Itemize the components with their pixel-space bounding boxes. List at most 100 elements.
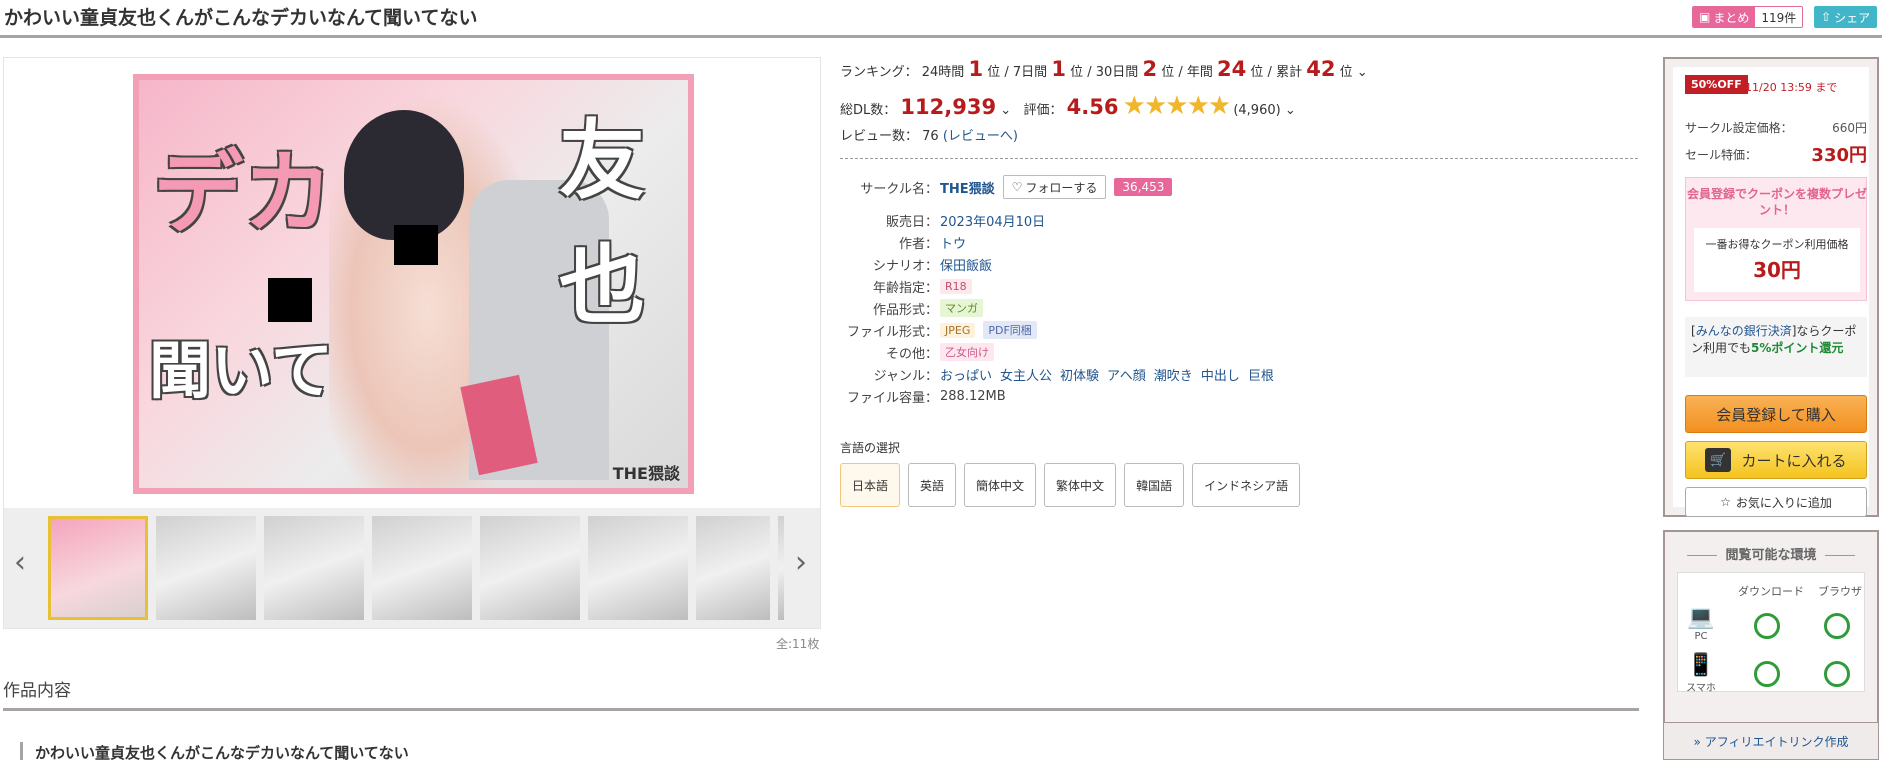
spec-circle-row: サークル名： THE猥談 ♡ フォローする 36,453: [840, 175, 1640, 199]
bank-link[interactable]: みんなの銀行決済: [1696, 324, 1792, 338]
spec-label: 作者：: [898, 236, 938, 252]
main-cover-image[interactable]: デカ 友也 聞いて THE猥談: [133, 74, 694, 494]
thumbnail[interactable]: [48, 516, 148, 620]
release-date-link[interactable]: 2023年04月10日: [940, 211, 1045, 230]
add-favorite-button[interactable]: ☆ お気に入りに追加: [1685, 487, 1867, 517]
thumbnail-count: 全:11枚: [776, 637, 820, 651]
bank-promo: [みんなの銀行決済]ならクーポン利用でも5%ポイント還元: [1685, 317, 1867, 377]
phone-download-ok-icon: [1754, 661, 1780, 687]
share-icon: ⇧: [1821, 10, 1832, 24]
pc-download-ok-icon: [1754, 613, 1780, 639]
language-option-zh-hant[interactable]: 繁体中文: [1044, 463, 1117, 507]
spec-age-row: 年齢指定： R18: [840, 276, 1640, 296]
coupon-label: 一番お得なクーポン利用価格: [1705, 238, 1849, 251]
language-option-ja[interactable]: 日本語: [840, 463, 901, 507]
author-link[interactable]: トウ: [940, 233, 966, 252]
image-gallery: デカ 友也 聞いて THE猥談 ‹ ›: [3, 57, 821, 629]
col-browser: ブラウザ: [1818, 585, 1862, 598]
star-rating-icon: ★★★★★: [1122, 91, 1232, 121]
file-tag[interactable]: JPEG: [940, 322, 976, 338]
language-option-en[interactable]: 英語: [908, 463, 957, 507]
language-selector: 日本語 英語 簡体中文 繁体中文 韓国語 インドネシア語: [840, 463, 1301, 507]
original-price-label: サークル設定価格：: [1685, 121, 1793, 135]
thumbnail[interactable]: [156, 516, 256, 620]
chevron-down-icon[interactable]: ⌄: [1357, 65, 1368, 80]
chevron-right-icon[interactable]: ›: [795, 548, 807, 578]
matome-label-wrap: ▣ まとめ: [1693, 7, 1756, 27]
register-purchase-button[interactable]: 会員登録して購入: [1685, 395, 1867, 433]
genre-link[interactable]: 巨根: [1248, 365, 1274, 384]
scenario-link[interactable]: 保田飯飯: [940, 255, 992, 274]
dl-label: 総DL数：: [840, 103, 897, 118]
thumbnail[interactable]: [778, 516, 784, 620]
genre-link[interactable]: 中出し: [1201, 365, 1240, 384]
matome-button[interactable]: ▣ まとめ 119件: [1692, 6, 1804, 28]
spec-other-row: その他： 乙女向け: [840, 342, 1640, 362]
section-title: 作品内容: [3, 681, 71, 701]
spec-format-row: 作品形式： マンガ: [840, 298, 1640, 318]
genre-link[interactable]: 初体験: [1060, 365, 1099, 384]
chevron-down-icon[interactable]: ⌄: [1285, 103, 1296, 118]
stats-row: 総DL数： 112,939 ⌄ 評価： 4.56 ★★★★★ (4,960) ⌄: [840, 91, 1296, 121]
spec-genre-row: ジャンル： おっぱい 女主人公 初体験 アヘ顔 潮吹き 中出し 巨根: [840, 364, 1640, 384]
ranking-unit: 位: [1250, 65, 1264, 80]
coupon-box[interactable]: 会員登録でクーポンを複数プレゼント！ 一番お得なクーポン利用価格 30円: [1685, 177, 1867, 301]
ranking-total-value: 42: [1306, 57, 1336, 81]
device-phone: 📱 スマホ: [1686, 653, 1716, 694]
add-to-cart-button[interactable]: 🛒 カートに入れる: [1685, 441, 1867, 479]
section-divider: [3, 708, 1639, 711]
genre-link[interactable]: 女主人公: [1000, 365, 1052, 384]
affiliate-link[interactable]: » アフィリエイトリンク作成: [1663, 722, 1879, 760]
rating-count: (4,960): [1233, 103, 1281, 118]
thumbnail[interactable]: [372, 516, 472, 620]
pc-browser-ok-icon: [1824, 613, 1850, 639]
device-phone-label: スマホ: [1686, 683, 1716, 694]
genre-link[interactable]: おっぱい: [940, 365, 992, 384]
chevron-down-icon[interactable]: ⌄: [1000, 103, 1011, 118]
ranking-unit: 位: [987, 65, 1001, 80]
format-tag[interactable]: マンガ: [940, 299, 983, 317]
genre-link[interactable]: アヘ顔: [1107, 365, 1146, 384]
other-tag[interactable]: 乙女向け: [940, 343, 994, 361]
ranking-unit: 位: [1070, 65, 1084, 80]
ranking-year-value: 24: [1217, 57, 1247, 81]
spec-value: JPEG PDF同梱: [940, 321, 1037, 339]
genre-link[interactable]: 潮吹き: [1154, 365, 1193, 384]
thumbnail[interactable]: [696, 516, 770, 620]
thumbnail[interactable]: [480, 516, 580, 620]
spec-label: ファイル形式：: [846, 324, 938, 340]
thumbnail[interactable]: [588, 516, 688, 620]
phone-browser-ok-icon: [1824, 661, 1850, 687]
purchase-panel: 50%OFF 11/20 13:59 まで サークル設定価格： 660円 セール…: [1663, 57, 1879, 517]
sale-price: 330円: [1811, 145, 1867, 166]
follow-count: 36,453: [1114, 178, 1173, 196]
review-link[interactable]: (レビューへ): [943, 129, 1018, 144]
spec-value: R18: [940, 278, 972, 294]
ranking-24h-label: 24時間: [921, 65, 965, 80]
environment-title: 閲覧可能な環境: [1665, 544, 1877, 563]
environment-panel: 閲覧可能な環境 ダウンロード ブラウザ 💻 PC 📱 スマホ: [1663, 530, 1879, 740]
spec-label: 販売日：: [885, 214, 938, 230]
cover-text-left: デカ: [153, 141, 333, 246]
device-pc: 💻 PC: [1686, 605, 1716, 642]
spec-label: その他：: [885, 346, 938, 362]
follow-button[interactable]: ♡ フォローする: [1002, 175, 1107, 199]
spec-file-row: ファイル形式： JPEG PDF同梱: [840, 320, 1640, 340]
age-tag[interactable]: R18: [940, 278, 972, 294]
col-download: ダウンロード: [1738, 585, 1804, 598]
language-label: 言語の選択: [840, 441, 901, 455]
spec-author-row: 作者： トウ: [840, 232, 1640, 252]
file-size-value: 288.12MB: [940, 388, 1006, 404]
rating-label: 評価：: [1023, 103, 1063, 118]
ranking-30d-label: 30日間: [1095, 65, 1139, 80]
language-option-id[interactable]: インドネシア語: [1192, 463, 1301, 507]
language-option-ko[interactable]: 韓国語: [1124, 463, 1185, 507]
spec-value: マンガ: [940, 299, 983, 317]
thumbnail[interactable]: [264, 516, 364, 620]
circle-name-link[interactable]: THE猥談: [940, 178, 995, 197]
share-button[interactable]: ⇧ シェア: [1814, 6, 1878, 28]
file-tag[interactable]: PDF同梱: [983, 321, 1037, 339]
ranking-label: ランキング：: [840, 65, 918, 80]
language-option-zh-hans[interactable]: 簡体中文: [964, 463, 1037, 507]
chevron-left-icon[interactable]: ‹: [14, 548, 26, 578]
